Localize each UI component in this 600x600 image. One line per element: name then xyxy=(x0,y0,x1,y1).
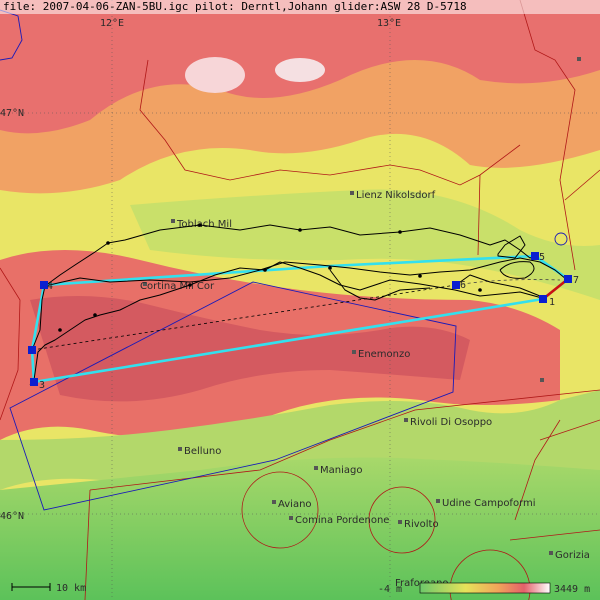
grid-label-47n: 47°N xyxy=(0,108,24,119)
flight-info-text: file: 2007-04-06-ZAN-5BU.igc pilot: Dern… xyxy=(3,0,467,13)
turnpoint-6[interactable] xyxy=(452,281,460,289)
town-enemonzo: Enemonzo xyxy=(358,349,410,360)
turnpoint-label-1: 1 xyxy=(549,297,555,308)
turnpoint-label-6: 6 xyxy=(460,280,466,291)
turnpoint-3[interactable] xyxy=(30,378,38,386)
turnpoint-label-7: 7 xyxy=(573,275,579,286)
map-view[interactable]: 12°E 13°E 47°N 46°N Lienz Nikolsdorf Tob… xyxy=(0,0,600,600)
grid-label-13e: 13°E xyxy=(377,18,401,29)
grid-label-46n: 46°N xyxy=(0,511,24,522)
town-aviano: Aviano xyxy=(278,499,312,510)
turnpoint-7[interactable] xyxy=(564,275,572,283)
elevation-legend-bar xyxy=(419,582,551,594)
town-lienz: Lienz Nikolsdorf xyxy=(356,190,436,201)
turnpoint-label-5: 5 xyxy=(539,252,545,263)
turnpoint-1[interactable] xyxy=(539,295,547,303)
town-rivolto: Rivolto xyxy=(404,519,439,530)
town-belluno: Belluno xyxy=(184,446,221,457)
terrain-map[interactable]: 12°E 13°E 47°N 46°N Lienz Nikolsdorf Tob… xyxy=(0,0,600,600)
town-cortina: Cortina Mil Cor xyxy=(140,281,215,292)
town-comina: Comina Pordenone xyxy=(295,515,389,526)
terrain-snow-1 xyxy=(185,57,245,93)
town-maniago: Maniago xyxy=(320,465,362,476)
terrain-snow-2 xyxy=(275,58,325,82)
town-rivoli: Rivoli Di Osoppo xyxy=(410,417,492,428)
town-gorizia: Gorizia xyxy=(555,550,590,561)
turnpoint-label-3: 3 xyxy=(39,380,45,391)
turnpoint-label-4: 4 xyxy=(47,281,53,292)
header-bar: file: 2007-04-06-ZAN-5BU.igc pilot: Dern… xyxy=(0,0,600,14)
legend-min: -4 m xyxy=(378,584,402,595)
turnpoint-2-marker[interactable] xyxy=(28,346,36,354)
grid-label-12e: 12°E xyxy=(100,18,124,29)
legend-max: 3449 m xyxy=(554,584,590,595)
scale-label: 10 km xyxy=(56,583,86,594)
turnpoint-5[interactable] xyxy=(531,252,539,260)
town-udine: Udine Campoformi xyxy=(442,498,536,509)
